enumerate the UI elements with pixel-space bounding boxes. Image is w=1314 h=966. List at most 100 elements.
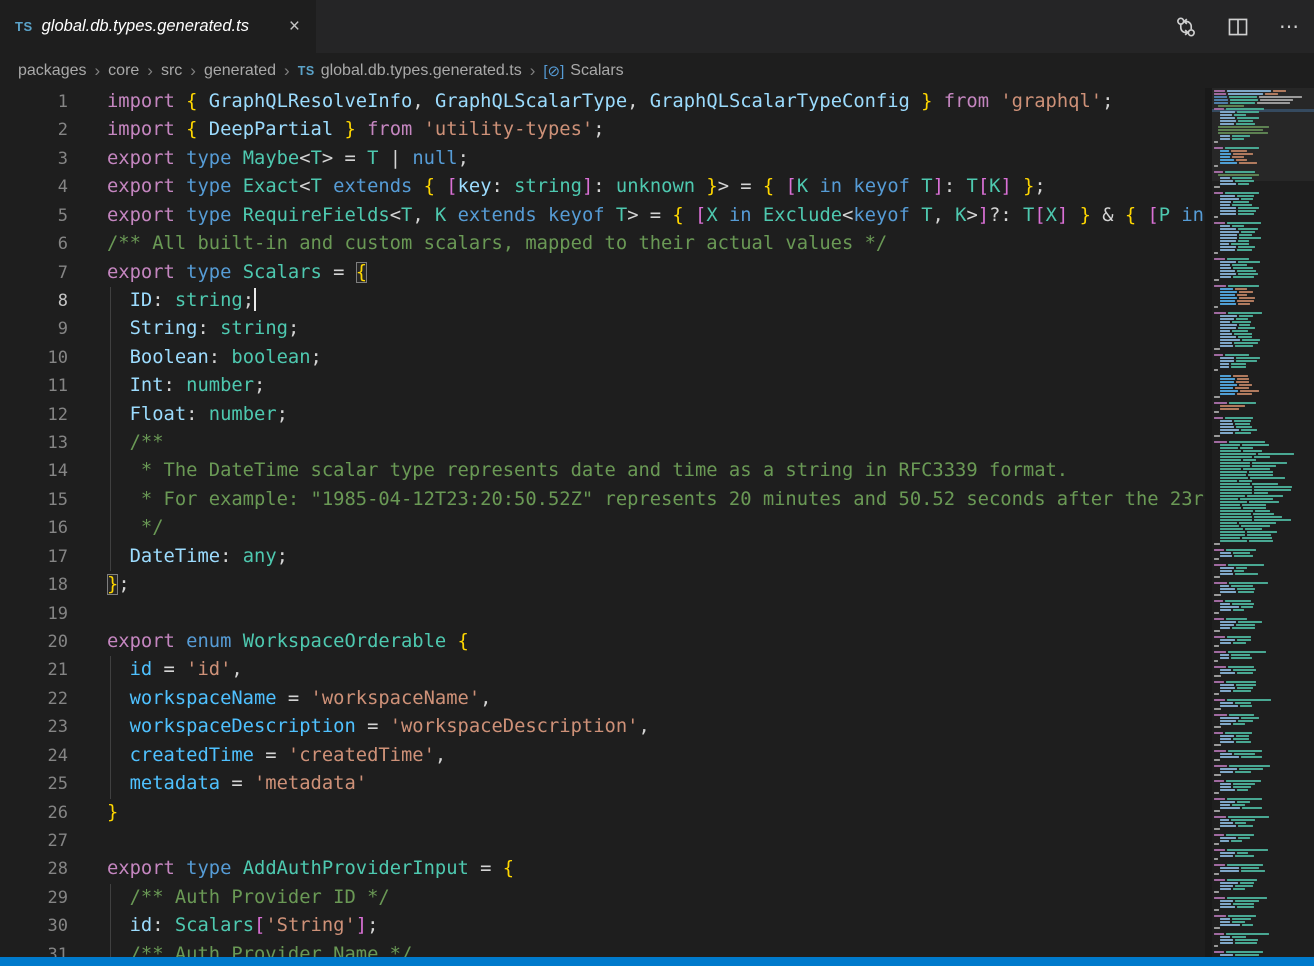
code-line[interactable]: 4export type Exact<T extends { [key: str…	[0, 173, 1205, 201]
breadcrumb-item[interactable]: core	[108, 62, 139, 80]
code-line[interactable]: 26}	[0, 799, 1205, 827]
code-line[interactable]: 15 * For example: "1985-04-12T23:20:50.5…	[0, 486, 1205, 514]
line-number[interactable]: 21	[0, 656, 68, 684]
code-line[interactable]: 3export type Maybe<T> = T | null;	[0, 145, 1205, 173]
line-number[interactable]: 19	[0, 600, 68, 628]
code-text: }	[68, 799, 118, 827]
split-editor-icon[interactable]	[1227, 16, 1249, 38]
code-line[interactable]: 18};	[0, 571, 1205, 599]
line-number[interactable]: 27	[0, 827, 68, 855]
code-text	[68, 827, 107, 855]
line-number[interactable]: 20	[0, 628, 68, 656]
code-text: */	[68, 514, 164, 542]
status-bar[interactable]	[0, 957, 1314, 966]
tab-title: global.db.types.generated.ts	[42, 17, 275, 36]
breadcrumb-label: Scalars	[570, 62, 623, 80]
line-number[interactable]: 24	[0, 742, 68, 770]
code-line[interactable]: 20export enum WorkspaceOrderable {	[0, 628, 1205, 656]
code-line[interactable]: 19	[0, 600, 1205, 628]
code-line[interactable]: 30 id: Scalars['String'];	[0, 912, 1205, 940]
breadcrumb-item[interactable]: src	[161, 62, 182, 80]
code-line[interactable]: 31 /** Auth Provider Name */	[0, 941, 1205, 957]
line-number[interactable]: 7	[0, 259, 68, 287]
line-number[interactable]: 25	[0, 770, 68, 798]
code-text: String: string;	[68, 315, 299, 343]
code-line[interactable]: 1import { GraphQLResolveInfo, GraphQLSca…	[0, 88, 1205, 116]
line-number[interactable]: 1	[0, 88, 68, 116]
line-number[interactable]: 8	[0, 287, 68, 315]
code-line[interactable]: 10 Boolean: boolean;	[0, 344, 1205, 372]
code-line[interactable]: 2import { DeepPartial } from 'utility-ty…	[0, 116, 1205, 144]
line-number[interactable]: 14	[0, 457, 68, 485]
code-text: export type Scalars = {	[68, 259, 367, 287]
code-line[interactable]: 11 Int: number;	[0, 372, 1205, 400]
code-line[interactable]: 22 workspaceName = 'workspaceName',	[0, 685, 1205, 713]
code-line[interactable]: 29 /** Auth Provider ID */	[0, 884, 1205, 912]
line-number[interactable]: 26	[0, 799, 68, 827]
code-line[interactable]: 27	[0, 827, 1205, 855]
tab-close-icon[interactable]: ×	[285, 16, 304, 37]
code-text: /**	[68, 429, 164, 457]
code-text: id: Scalars['String'];	[68, 912, 378, 940]
line-number[interactable]: 4	[0, 173, 68, 201]
line-number[interactable]: 22	[0, 685, 68, 713]
line-number[interactable]: 13	[0, 429, 68, 457]
code-text: DateTime: any;	[68, 543, 288, 571]
code-line[interactable]: 12 Float: number;	[0, 401, 1205, 429]
line-number[interactable]: 29	[0, 884, 68, 912]
code-text: workspaceDescription = 'workspaceDescrip…	[68, 713, 650, 741]
breadcrumb-item[interactable]: generated	[204, 62, 276, 80]
code-line[interactable]: 14 * The DateTime scalar type represents…	[0, 457, 1205, 485]
line-number[interactable]: 18	[0, 571, 68, 599]
line-number[interactable]: 23	[0, 713, 68, 741]
line-number[interactable]: 31	[0, 941, 68, 957]
indent-guide	[110, 429, 111, 457]
open-changes-icon[interactable]	[1175, 16, 1197, 38]
code-line[interactable]: 21 id = 'id',	[0, 656, 1205, 684]
code-line[interactable]: 9 String: string;	[0, 315, 1205, 343]
code-line[interactable]: 28export type AddAuthProviderInput = {	[0, 855, 1205, 883]
line-number[interactable]: 30	[0, 912, 68, 940]
code-line[interactable]: 5export type RequireFields<T, K extends …	[0, 202, 1205, 230]
indent-guide	[110, 685, 111, 713]
tab-global-db-types-generated[interactable]: TS global.db.types.generated.ts ×	[0, 0, 316, 53]
breadcrumb-item[interactable]: [⊘] Scalars	[543, 62, 623, 80]
code-line[interactable]: 23 workspaceDescription = 'workspaceDesc…	[0, 713, 1205, 741]
line-number[interactable]: 12	[0, 401, 68, 429]
line-number[interactable]: 28	[0, 855, 68, 883]
minimap[interactable]	[1212, 88, 1314, 957]
line-number[interactable]: 17	[0, 543, 68, 571]
line-number[interactable]: 11	[0, 372, 68, 400]
line-number[interactable]: 3	[0, 145, 68, 173]
code-text: /** Auth Provider ID */	[68, 884, 390, 912]
line-number[interactable]: 15	[0, 486, 68, 514]
more-actions-icon[interactable]: ⋯	[1279, 14, 1300, 39]
code-text: * The DateTime scalar type represents da…	[68, 457, 1068, 485]
indent-guide	[110, 543, 111, 571]
breadcrumb-item[interactable]: TSglobal.db.types.generated.ts	[298, 62, 522, 80]
code-line[interactable]: 13 /**	[0, 429, 1205, 457]
indent-guide	[110, 401, 111, 429]
text-cursor	[254, 288, 256, 311]
breadcrumb-item[interactable]: packages	[18, 62, 87, 80]
code-line[interactable]: 24 createdTime = 'createdTime',	[0, 742, 1205, 770]
line-number[interactable]: 5	[0, 202, 68, 230]
symbol-type-icon: [⊘]	[543, 62, 564, 80]
code-editor[interactable]: 1import { GraphQLResolveInfo, GraphQLSca…	[0, 88, 1205, 957]
code-line[interactable]: 8 ID: string;	[0, 287, 1205, 315]
code-text: import { GraphQLResolveInfo, GraphQLScal…	[68, 88, 1113, 116]
code-line[interactable]: 25 metadata = 'metadata'	[0, 770, 1205, 798]
line-number[interactable]: 16	[0, 514, 68, 542]
code-line[interactable]: 6/** All built-in and custom scalars, ma…	[0, 230, 1205, 258]
code-text: export type AddAuthProviderInput = {	[68, 855, 514, 883]
vscode-window: TS global.db.types.generated.ts ×	[0, 0, 1314, 966]
line-number[interactable]: 9	[0, 315, 68, 343]
code-line[interactable]: 7export type Scalars = {	[0, 259, 1205, 287]
breadcrumb-label: global.db.types.generated.ts	[321, 62, 522, 80]
line-number[interactable]: 6	[0, 230, 68, 258]
code-text: Boolean: boolean;	[68, 344, 322, 372]
code-line[interactable]: 16 */	[0, 514, 1205, 542]
line-number[interactable]: 10	[0, 344, 68, 372]
line-number[interactable]: 2	[0, 116, 68, 144]
code-line[interactable]: 17 DateTime: any;	[0, 543, 1205, 571]
